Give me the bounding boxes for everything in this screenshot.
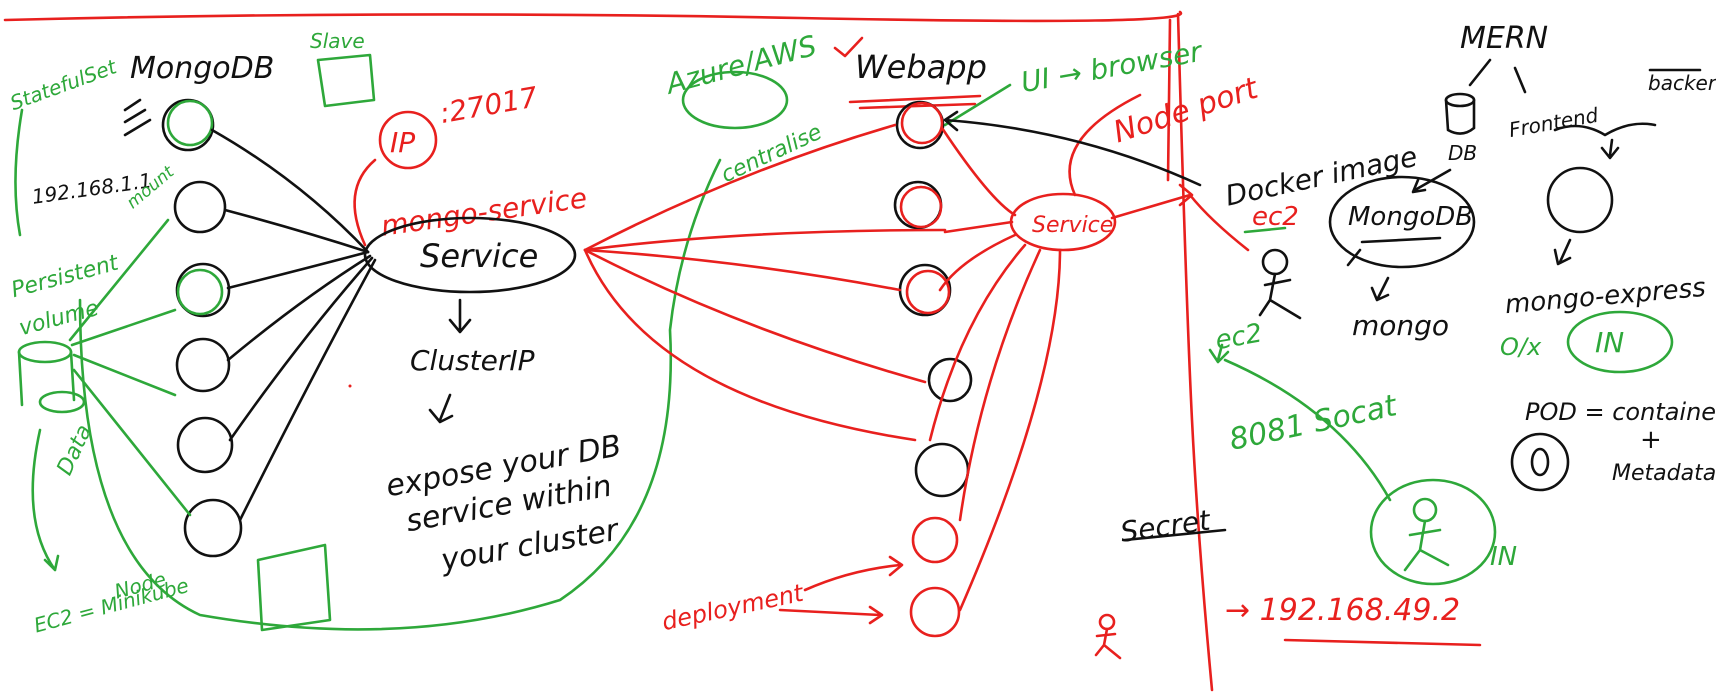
mongo-pod-highlight [176, 268, 224, 316]
mongodb-title: MongoDB [130, 51, 274, 86]
mongo-pod-highlight [166, 99, 214, 147]
ip-to-service-arrow [353, 158, 377, 247]
mongo-pods [161, 98, 243, 558]
expose-arrow [428, 393, 454, 424]
mongo-pod[interactable] [175, 337, 231, 393]
whiteboard-canvas: MongoDB Slave StatefulSet 192.168.1.1 mo… [3, 10, 1716, 692]
pod-icon [1510, 432, 1570, 492]
mongo-express-pod[interactable] [1546, 166, 1614, 234]
mongo-label: mongo [1352, 309, 1449, 342]
deployment-label: deployment [659, 578, 807, 636]
node-port-label: Node port [1109, 71, 1263, 151]
data-to-pvc-arrow [31, 428, 60, 572]
centralise-label: centralise [718, 120, 826, 188]
db-cylinder-icon [1444, 92, 1476, 135]
ec2-minikube-label-1: EC2 = Minikube [31, 573, 191, 637]
statefulset-label: StatefulSet [7, 54, 121, 115]
ec2-top-label: ec2 [1252, 202, 1299, 232]
node-port-arrow [1110, 183, 1194, 220]
webapp-pod-highlight [905, 269, 951, 315]
db-label: DB [1448, 141, 1477, 165]
frontend-label: Frontend [1507, 103, 1600, 142]
persistent-volume-icon [17, 340, 86, 414]
user-icon-black [1258, 248, 1302, 320]
socat-label: 8081 Socat [1226, 388, 1401, 458]
mongo-pod[interactable] [176, 416, 234, 474]
ip-red-underline [1283, 638, 1482, 647]
webapp-pods [893, 100, 973, 638]
ip-label: IP [390, 126, 415, 159]
backend-label: backend [1648, 71, 1716, 95]
webapp-pod-highlight [900, 101, 944, 145]
mongo-arrow [1370, 276, 1390, 302]
pod-to-service-lines [210, 128, 377, 522]
pod-icon-inner [1530, 447, 1550, 477]
ui-browser-label: UI → browser [1018, 35, 1205, 99]
mongo-pod[interactable] [173, 180, 227, 234]
mern-branches [1468, 58, 1527, 94]
webapp-pod[interactable] [927, 357, 973, 403]
plus-label: + [1640, 425, 1662, 455]
slave-pod-box [316, 53, 376, 108]
mern-title: MERN [1460, 21, 1548, 56]
bottom-node-box [256, 543, 332, 632]
in-bottom-label: IN [1490, 542, 1517, 572]
mongodb-right-title: MongoDB [1348, 202, 1473, 232]
mongo-express-arrow [1553, 238, 1572, 266]
stray-dot [348, 384, 352, 388]
webapp-pod[interactable] [909, 586, 961, 638]
metadata-label: Metadata [1612, 461, 1716, 486]
ox-label: O/x [1500, 333, 1542, 361]
service-to-webapp-lines [583, 123, 947, 442]
mongodb-underline [1346, 236, 1442, 267]
webapp-service-lines [928, 93, 1142, 612]
webapp-service-title: Service [1032, 213, 1113, 238]
mongo-pod[interactable] [183, 498, 243, 558]
statefulset-bracket [14, 108, 24, 237]
user-icon-red [1094, 613, 1122, 660]
webapp-title: Webapp [855, 48, 987, 86]
clusterip-arrow [448, 298, 472, 334]
slave-label: Slave [310, 29, 365, 53]
clusterip-label: ClusterIP [410, 344, 535, 377]
port-label: :27017 [437, 80, 540, 130]
mongo-service-title: Service [420, 237, 538, 275]
pod-eq-label: POD = container [1525, 398, 1716, 426]
checkmark-marks [123, 98, 152, 137]
webapp-pod[interactable] [914, 442, 970, 498]
user-icon-green [1403, 497, 1450, 572]
webapp-pod-highlight [899, 185, 943, 229]
top-frame-line [3, 10, 1183, 23]
backend-arrow [1600, 138, 1620, 160]
in-top-label: IN [1595, 326, 1624, 359]
webapp-pod[interactable] [911, 516, 959, 564]
ip-red-label: → 192.168.49.2 [1225, 593, 1460, 628]
